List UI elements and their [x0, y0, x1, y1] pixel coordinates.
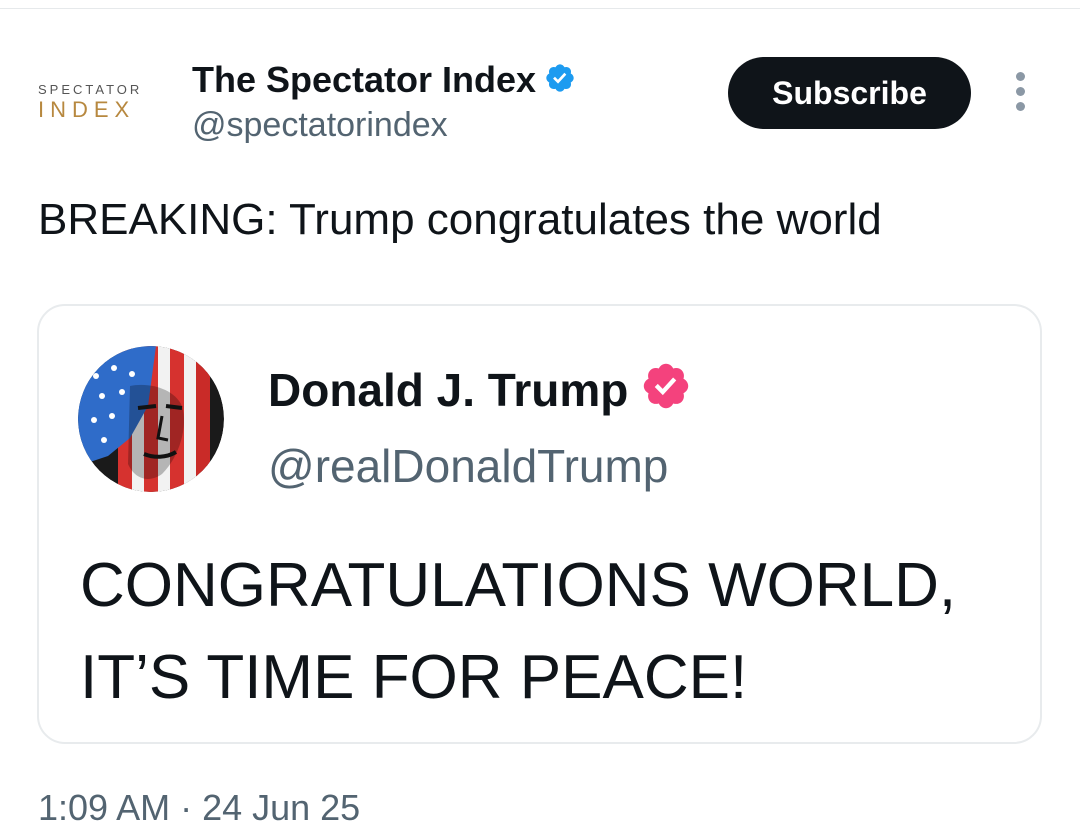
- verified-badge-icon: [644, 363, 689, 409]
- quoted-body-line-1: CONGRATULATIONS WORLD,: [80, 551, 957, 620]
- quoted-tweet-body: CONGRATULATIONS WORLD, IT’S TIME FOR PEA…: [80, 540, 956, 724]
- author-handle[interactable]: @spectatorindex: [192, 105, 448, 145]
- quoted-author-name[interactable]: Donald J. Trump: [268, 364, 628, 416]
- quoted-author-handle[interactable]: @realDonaldTrump: [268, 438, 668, 494]
- more-options-icon[interactable]: [1008, 72, 1032, 114]
- more-dot: [1015, 72, 1025, 81]
- top-divider: [0, 8, 1080, 9]
- flag-face-avatar-image: [78, 346, 224, 492]
- verified-badge-icon: [546, 64, 574, 92]
- logo-line-2: INDEX: [38, 97, 136, 122]
- author-avatar-logo[interactable]: SPECTATOR INDEX: [38, 82, 158, 122]
- author-name[interactable]: The Spectator Index: [192, 59, 536, 100]
- quoted-author-avatar[interactable]: [78, 346, 224, 492]
- author-name-row[interactable]: The Spectator Index: [192, 58, 576, 102]
- tweet-text: BREAKING: Trump congratulates the world: [38, 195, 882, 244]
- logo-line-1: SPECTATOR: [38, 82, 143, 97]
- quoted-author-name-row[interactable]: Donald J. Trump: [268, 360, 692, 418]
- more-dot: [1015, 102, 1025, 111]
- quoted-body-line-2: IT’S TIME FOR PEACE!: [80, 643, 748, 712]
- tweet-timestamp[interactable]: 1:09 AM · 24 Jun 25: [38, 786, 360, 830]
- more-dot: [1015, 87, 1025, 96]
- subscribe-button[interactable]: Subscribe: [728, 57, 971, 129]
